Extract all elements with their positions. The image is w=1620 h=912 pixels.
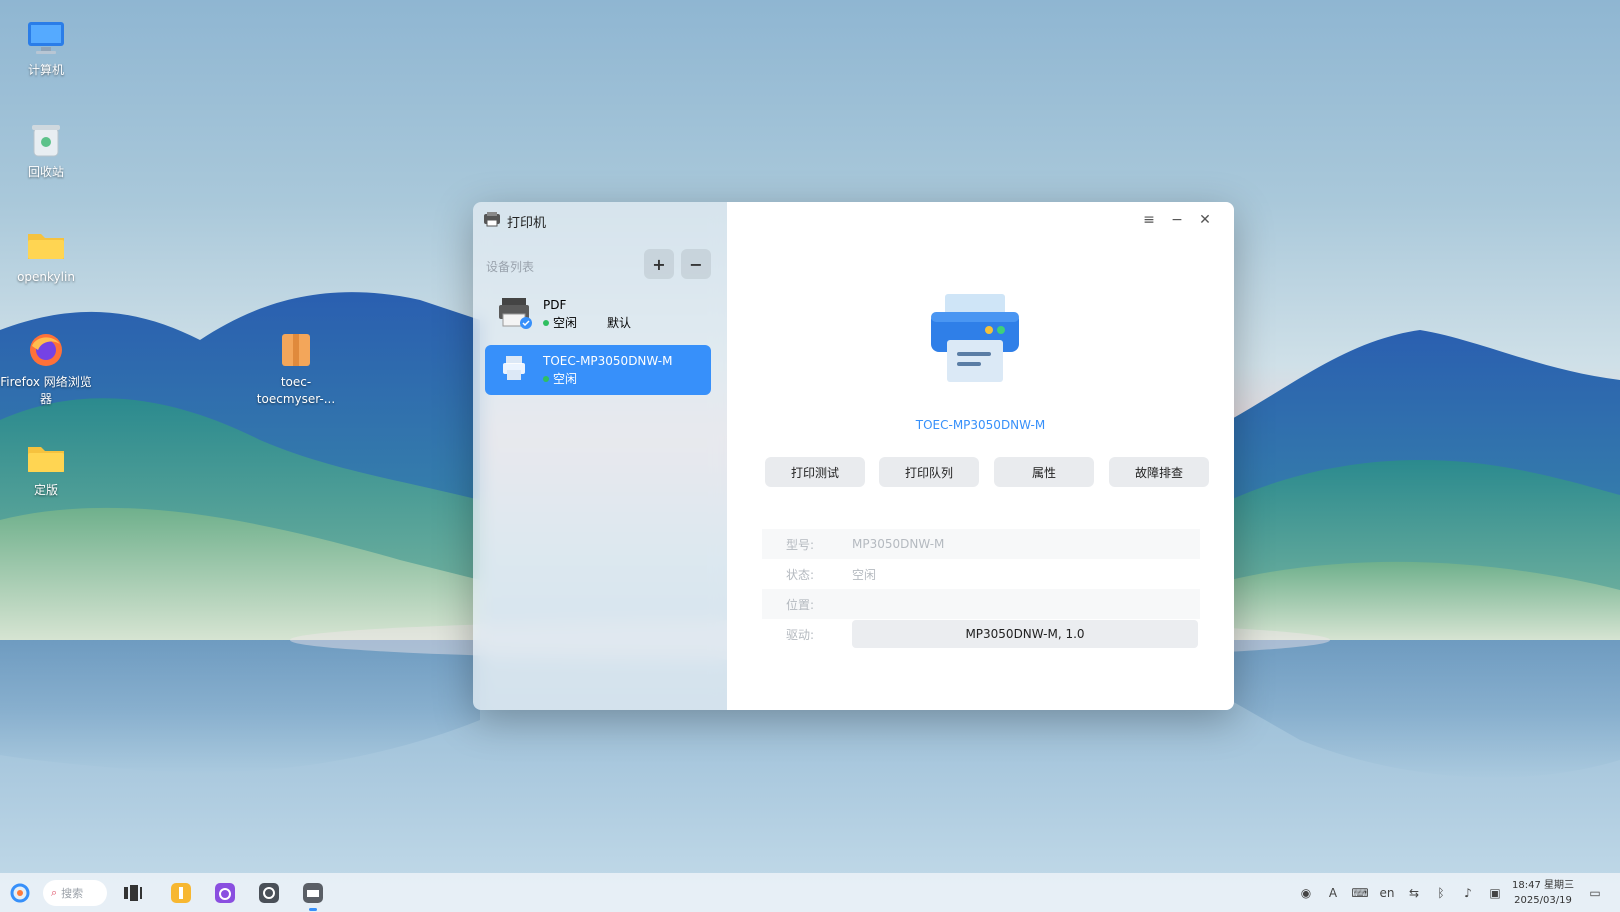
device-item-toec[interactable]: TOEC-MP3050DNW-M 空闲 bbox=[485, 345, 711, 395]
desktop-icon-label: Firefox 网络浏览器 bbox=[0, 375, 92, 406]
desktop-icon-computer[interactable]: 计算机 bbox=[0, 18, 92, 79]
info-key: 型号: bbox=[786, 537, 815, 552]
clock-date: 2025/03/19 bbox=[1514, 895, 1572, 906]
printer-details-pane: ≡ − ✕ TOEC-MP3050DNW-M 打印测试 打印队列 属性 故障排查… bbox=[727, 202, 1234, 710]
notification-icon[interactable]: ▭ bbox=[1586, 884, 1604, 902]
info-row-model: 型号: MP3050DNW-M bbox=[762, 529, 1200, 559]
volume-icon[interactable]: ♪ bbox=[1459, 884, 1477, 902]
device-list-label: 设备列表 bbox=[486, 260, 535, 274]
selected-printer-name: TOEC-MP3050DNW-M bbox=[915, 418, 1046, 432]
default-badge: 默认 bbox=[607, 316, 632, 330]
printer-window: 打印机 设备列表 + − PDF 空闲 默认 TOEC-MP3050DNW-M … bbox=[473, 202, 1234, 710]
file-manager-icon[interactable] bbox=[169, 881, 193, 905]
info-row-status: 状态: 空闲 bbox=[762, 559, 1200, 589]
desktop-icon-label: openkylin bbox=[17, 270, 75, 284]
clock-time: 18:47 星期三 bbox=[1512, 880, 1574, 891]
device-status: 空闲 bbox=[553, 316, 578, 330]
print-test-button[interactable]: 打印测试 bbox=[765, 457, 865, 487]
pdf-printer-icon bbox=[497, 296, 533, 332]
taskbar-search[interactable]: ⌕ 搜索 bbox=[43, 880, 107, 906]
firefox-icon bbox=[26, 330, 66, 370]
computer-icon bbox=[26, 18, 66, 58]
remove-printer-button[interactable]: − bbox=[681, 249, 711, 279]
info-row-location: 位置: bbox=[762, 589, 1200, 619]
keyboard-tray-icon[interactable]: ⌨ bbox=[1351, 884, 1369, 902]
start-menu-icon[interactable] bbox=[8, 881, 32, 905]
trash-icon bbox=[26, 120, 66, 160]
add-printer-button[interactable]: + bbox=[644, 249, 674, 279]
window-title-bar: 打印机 bbox=[483, 211, 546, 231]
clipboard-tray-icon[interactable]: ▣ bbox=[1486, 884, 1504, 902]
system-clock[interactable]: 18:47 星期三 2025/03/19 bbox=[1512, 878, 1574, 908]
multitask-view-icon[interactable] bbox=[121, 881, 145, 905]
printer-info-table: 型号: MP3050DNW-M 状态: 空闲 位置: 驱动: MP3050DNW… bbox=[762, 529, 1200, 649]
search-icon: ⌕ bbox=[51, 886, 58, 899]
folder-icon bbox=[26, 438, 66, 478]
printer-icon bbox=[497, 352, 533, 388]
device-name: PDF bbox=[543, 298, 567, 312]
desktop-icon-label: toec-toecmyser-... bbox=[256, 375, 336, 406]
info-value: MP3050DNW-M bbox=[852, 537, 945, 551]
sidebar: 打印机 设备列表 + − PDF 空闲 默认 TOEC-MP3050DNW-M … bbox=[473, 202, 727, 710]
desktop-icon-firefox[interactable]: Firefox 网络浏览器 bbox=[0, 330, 92, 408]
settings-icon[interactable] bbox=[257, 881, 281, 905]
properties-button[interactable]: 属性 bbox=[994, 457, 1094, 487]
close-button[interactable]: ✕ bbox=[1195, 212, 1215, 228]
info-key: 驱动: bbox=[786, 627, 815, 642]
driver-value[interactable]: MP3050DNW-M, 1.0 bbox=[852, 620, 1198, 648]
print-queue-button[interactable]: 打印队列 bbox=[879, 457, 979, 487]
minimize-button[interactable]: − bbox=[1167, 212, 1187, 228]
window-title: 打印机 bbox=[507, 215, 547, 231]
search-placeholder: 搜索 bbox=[61, 887, 84, 900]
status-dot bbox=[543, 320, 549, 326]
status-dot bbox=[543, 376, 549, 382]
info-row-driver: 驱动: MP3050DNW-M, 1.0 bbox=[762, 619, 1200, 649]
printer-taskbar-icon[interactable] bbox=[301, 881, 325, 905]
font-tray-icon[interactable]: A bbox=[1324, 884, 1342, 902]
input-method-icon[interactable]: en bbox=[1378, 884, 1396, 902]
desktop-icon-toec[interactable]: toec-toecmyser-... bbox=[250, 330, 342, 408]
taskbar: ⌕ 搜索 ◉ A ⌨ en ⇆ ᛒ ♪ ▣ 18:47 星期三 2025/03/… bbox=[0, 873, 1620, 912]
device-item-pdf[interactable]: PDF 空闲 默认 bbox=[485, 289, 711, 339]
bluetooth-icon[interactable]: ᛒ bbox=[1432, 884, 1450, 902]
assistant-tray-icon[interactable]: ◉ bbox=[1297, 884, 1315, 902]
info-key: 状态: bbox=[786, 567, 815, 582]
desktop-icon-label: 定版 bbox=[33, 483, 58, 497]
device-status: 空闲 bbox=[553, 372, 578, 386]
desktop-icon-folder[interactable]: 定版 bbox=[0, 438, 92, 499]
network-tray-icon[interactable]: ⇆ bbox=[1405, 884, 1423, 902]
app-store-icon[interactable] bbox=[213, 881, 237, 905]
folder-icon bbox=[26, 225, 66, 265]
info-value: 空闲 bbox=[852, 567, 877, 582]
info-key: 位置: bbox=[786, 597, 815, 612]
desktop-icon-label: 回收站 bbox=[27, 165, 64, 179]
package-icon bbox=[276, 330, 316, 370]
printer-large-icon bbox=[927, 290, 1023, 390]
desktop-icon-trash[interactable]: 回收站 bbox=[0, 120, 92, 181]
printer-app-icon bbox=[483, 211, 501, 231]
device-name: TOEC-MP3050DNW-M bbox=[543, 354, 673, 368]
active-app-indicator bbox=[309, 908, 317, 911]
menu-button[interactable]: ≡ bbox=[1139, 212, 1159, 228]
troubleshoot-button[interactable]: 故障排查 bbox=[1109, 457, 1209, 487]
desktop-icon-openkylin[interactable]: openkylin bbox=[0, 225, 92, 286]
desktop-icon-label: 计算机 bbox=[27, 63, 64, 77]
